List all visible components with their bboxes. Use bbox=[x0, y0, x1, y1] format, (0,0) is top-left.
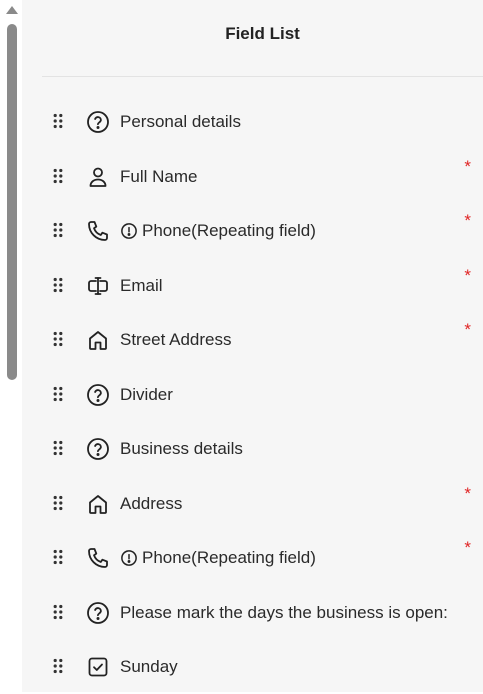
checkbox-icon bbox=[86, 655, 110, 679]
field-item[interactable]: Personal details bbox=[22, 94, 483, 149]
field-label: Please mark the days the business is ope… bbox=[120, 602, 448, 622]
drag-handle-icon[interactable] bbox=[53, 495, 63, 511]
field-label-group: Sunday bbox=[120, 655, 178, 679]
field-list-panel: Field List Personal details Full Name * Pho… bbox=[22, 0, 483, 692]
field-label-group: Full Name bbox=[120, 165, 197, 189]
field-item[interactable]: Address * bbox=[22, 476, 483, 531]
required-indicator: * bbox=[464, 538, 471, 557]
drag-handle-icon[interactable] bbox=[53, 658, 63, 674]
field-item[interactable]: Email * bbox=[22, 258, 483, 313]
required-indicator: * bbox=[464, 156, 471, 176]
scrollbar-thumb[interactable] bbox=[7, 24, 17, 380]
email-field-icon bbox=[86, 274, 110, 298]
drag-handle-icon[interactable] bbox=[53, 222, 63, 238]
field-label-group: Please mark the days the business is ope… bbox=[120, 601, 448, 625]
drag-handle-icon[interactable] bbox=[53, 604, 63, 620]
drag-handle-icon[interactable] bbox=[53, 549, 63, 565]
field-label-group: Email bbox=[120, 274, 163, 298]
user-icon bbox=[86, 165, 110, 189]
field-label: Sunday bbox=[120, 657, 178, 676]
info-alert-icon bbox=[120, 549, 138, 567]
phone-icon bbox=[86, 219, 110, 243]
help-circle-icon bbox=[86, 110, 110, 134]
field-item[interactable]: Sunday bbox=[22, 639, 483, 694]
field-label: Phone(Repeating field) bbox=[142, 221, 316, 240]
drag-handle-icon[interactable] bbox=[53, 277, 63, 293]
field-item[interactable]: Business details bbox=[22, 421, 483, 476]
field-label-group: Street Address bbox=[120, 328, 232, 352]
field-item[interactable]: Phone(Repeating field) * bbox=[22, 203, 483, 258]
scroll-up-arrow-icon[interactable] bbox=[6, 6, 18, 14]
field-label: Business details bbox=[120, 439, 243, 458]
drag-handle-icon[interactable] bbox=[53, 440, 63, 456]
field-list: Personal details Full Name * Phone(Repeatin… bbox=[22, 94, 483, 694]
panel-header: Field List bbox=[42, 0, 483, 77]
drag-handle-icon[interactable] bbox=[53, 386, 63, 402]
field-item[interactable]: Divider bbox=[22, 367, 483, 422]
field-label-group: Personal details bbox=[120, 110, 241, 134]
panel-title: Field List bbox=[225, 24, 300, 43]
drag-handle-icon[interactable] bbox=[53, 168, 63, 184]
field-label-group: Phone(Repeating field) bbox=[120, 219, 316, 243]
field-label: Address bbox=[120, 493, 183, 513]
field-label: Street Address bbox=[120, 330, 232, 349]
field-label-group: Address bbox=[120, 492, 182, 516]
field-item[interactable]: Full Name * bbox=[22, 149, 483, 204]
field-label: Phone(Repeating field) bbox=[142, 548, 316, 567]
drag-handle-icon[interactable] bbox=[53, 331, 63, 347]
required-indicator: * bbox=[464, 320, 471, 339]
field-item[interactable]: Please mark the days the business is ope… bbox=[22, 585, 483, 640]
required-indicator: * bbox=[464, 265, 471, 285]
field-label: Personal details bbox=[120, 112, 241, 131]
field-item[interactable]: Street Address * bbox=[22, 312, 483, 367]
required-indicator: * bbox=[464, 211, 471, 230]
help-circle-icon bbox=[86, 383, 110, 407]
field-label-group: Business details bbox=[120, 437, 243, 461]
phone-icon bbox=[86, 546, 110, 570]
help-circle-icon bbox=[86, 601, 110, 625]
field-label: Divider bbox=[120, 384, 173, 404]
home-icon bbox=[86, 328, 110, 352]
field-label-group: Divider bbox=[120, 383, 173, 407]
home-icon bbox=[86, 492, 110, 516]
field-label: Email bbox=[120, 275, 163, 295]
field-label: Full Name bbox=[120, 166, 198, 186]
field-item[interactable]: Phone(Repeating field) * bbox=[22, 530, 483, 585]
vertical-scrollbar[interactable] bbox=[0, 0, 22, 692]
help-circle-icon bbox=[86, 437, 110, 461]
drag-handle-icon[interactable] bbox=[53, 113, 63, 129]
info-alert-icon bbox=[120, 222, 138, 240]
required-indicator: * bbox=[464, 483, 471, 503]
field-label-group: Phone(Repeating field) bbox=[120, 546, 316, 570]
